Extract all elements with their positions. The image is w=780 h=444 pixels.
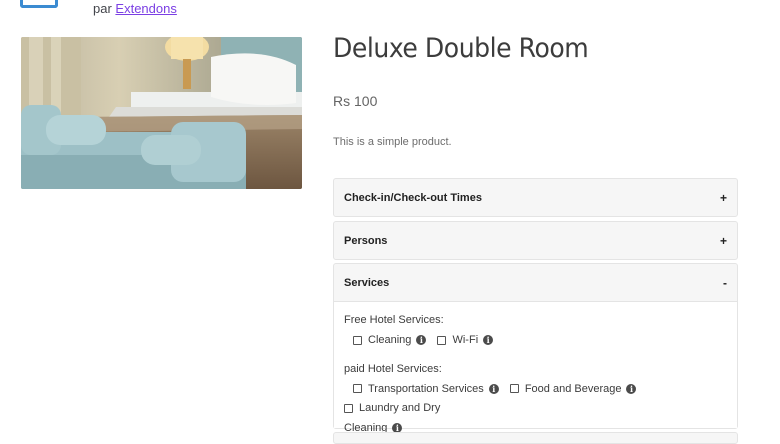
vendor-byline: par Extendons — [93, 1, 177, 16]
info-icon[interactable]: i — [488, 383, 499, 394]
expand-icon[interactable]: + — [720, 234, 727, 248]
option-label: Laundry and Dry — [359, 402, 441, 414]
option-label: Food and Beverage — [524, 382, 622, 395]
checkbox[interactable] — [437, 335, 447, 345]
checkbox[interactable] — [353, 335, 362, 345]
accordion-title: Persons — [344, 234, 388, 247]
option-label: Cleaning — [368, 334, 412, 346]
info-icon[interactable]: i — [626, 383, 637, 394]
accordion-header[interactable]: Check-in/Check-out Times + — [334, 179, 737, 216]
service-option-laundry[interactable]: Laundry and Dry — [344, 399, 440, 417]
service-option-wifi[interactable]: Wi-Fi i — [437, 331, 494, 349]
paid-services-options: Transportation Services i Food and Bever… — [344, 380, 727, 437]
accordion-header[interactable]: Persons + — [334, 222, 737, 259]
accordion-checkin-checkout[interactable]: Check-in/Check-out Times + — [333, 178, 738, 217]
accordion-services[interactable]: Services - Free Hotel Services: Cleaning… — [333, 263, 738, 434]
product-title: Deluxe Double Room — [333, 33, 589, 64]
free-services-label: Free Hotel Services: — [344, 314, 444, 326]
service-option-cleaning[interactable]: Cleaning i — [344, 331, 427, 349]
services-panel: Free Hotel Services: Cleaning i Wi-Fi i … — [334, 301, 737, 434]
accordion-header[interactable]: Services - — [334, 264, 737, 301]
shop-logo-icon[interactable] — [20, 0, 58, 8]
info-icon[interactable]: i — [416, 335, 427, 345]
option-label: Wi-Fi — [452, 334, 479, 346]
collapse-icon[interactable]: - — [723, 276, 727, 290]
accordion-next[interactable] — [333, 432, 738, 444]
accordion-persons[interactable]: Persons + — [333, 221, 738, 260]
info-icon[interactable]: i — [483, 335, 494, 345]
accordion-title: Services — [344, 276, 390, 289]
expand-icon[interactable]: + — [720, 191, 727, 205]
checkbox[interactable] — [509, 384, 519, 393]
vendor-link[interactable]: Extendons — [115, 1, 176, 16]
product-image[interactable] — [21, 37, 302, 189]
checkbox[interactable] — [344, 403, 353, 413]
checkbox[interactable] — [353, 384, 362, 393]
option-label: Transportation Services — [368, 382, 484, 395]
byline-prefix: par — [93, 1, 112, 16]
free-services-options: Cleaning i Wi-Fi i — [344, 331, 727, 351]
product-short-description: This is a simple product. — [333, 136, 452, 148]
service-option-food-beverage[interactable]: Food and Beverage i — [509, 380, 637, 398]
hotel-room-photo — [21, 37, 302, 189]
product-price: Rs 100 — [333, 93, 378, 109]
paid-services-label: paid Hotel Services: — [344, 362, 442, 375]
accordion-title: Check-in/Check-out Times — [344, 191, 482, 204]
info-icon[interactable]: i — [392, 422, 403, 433]
service-option-transportation[interactable]: Transportation Services i — [344, 380, 499, 398]
